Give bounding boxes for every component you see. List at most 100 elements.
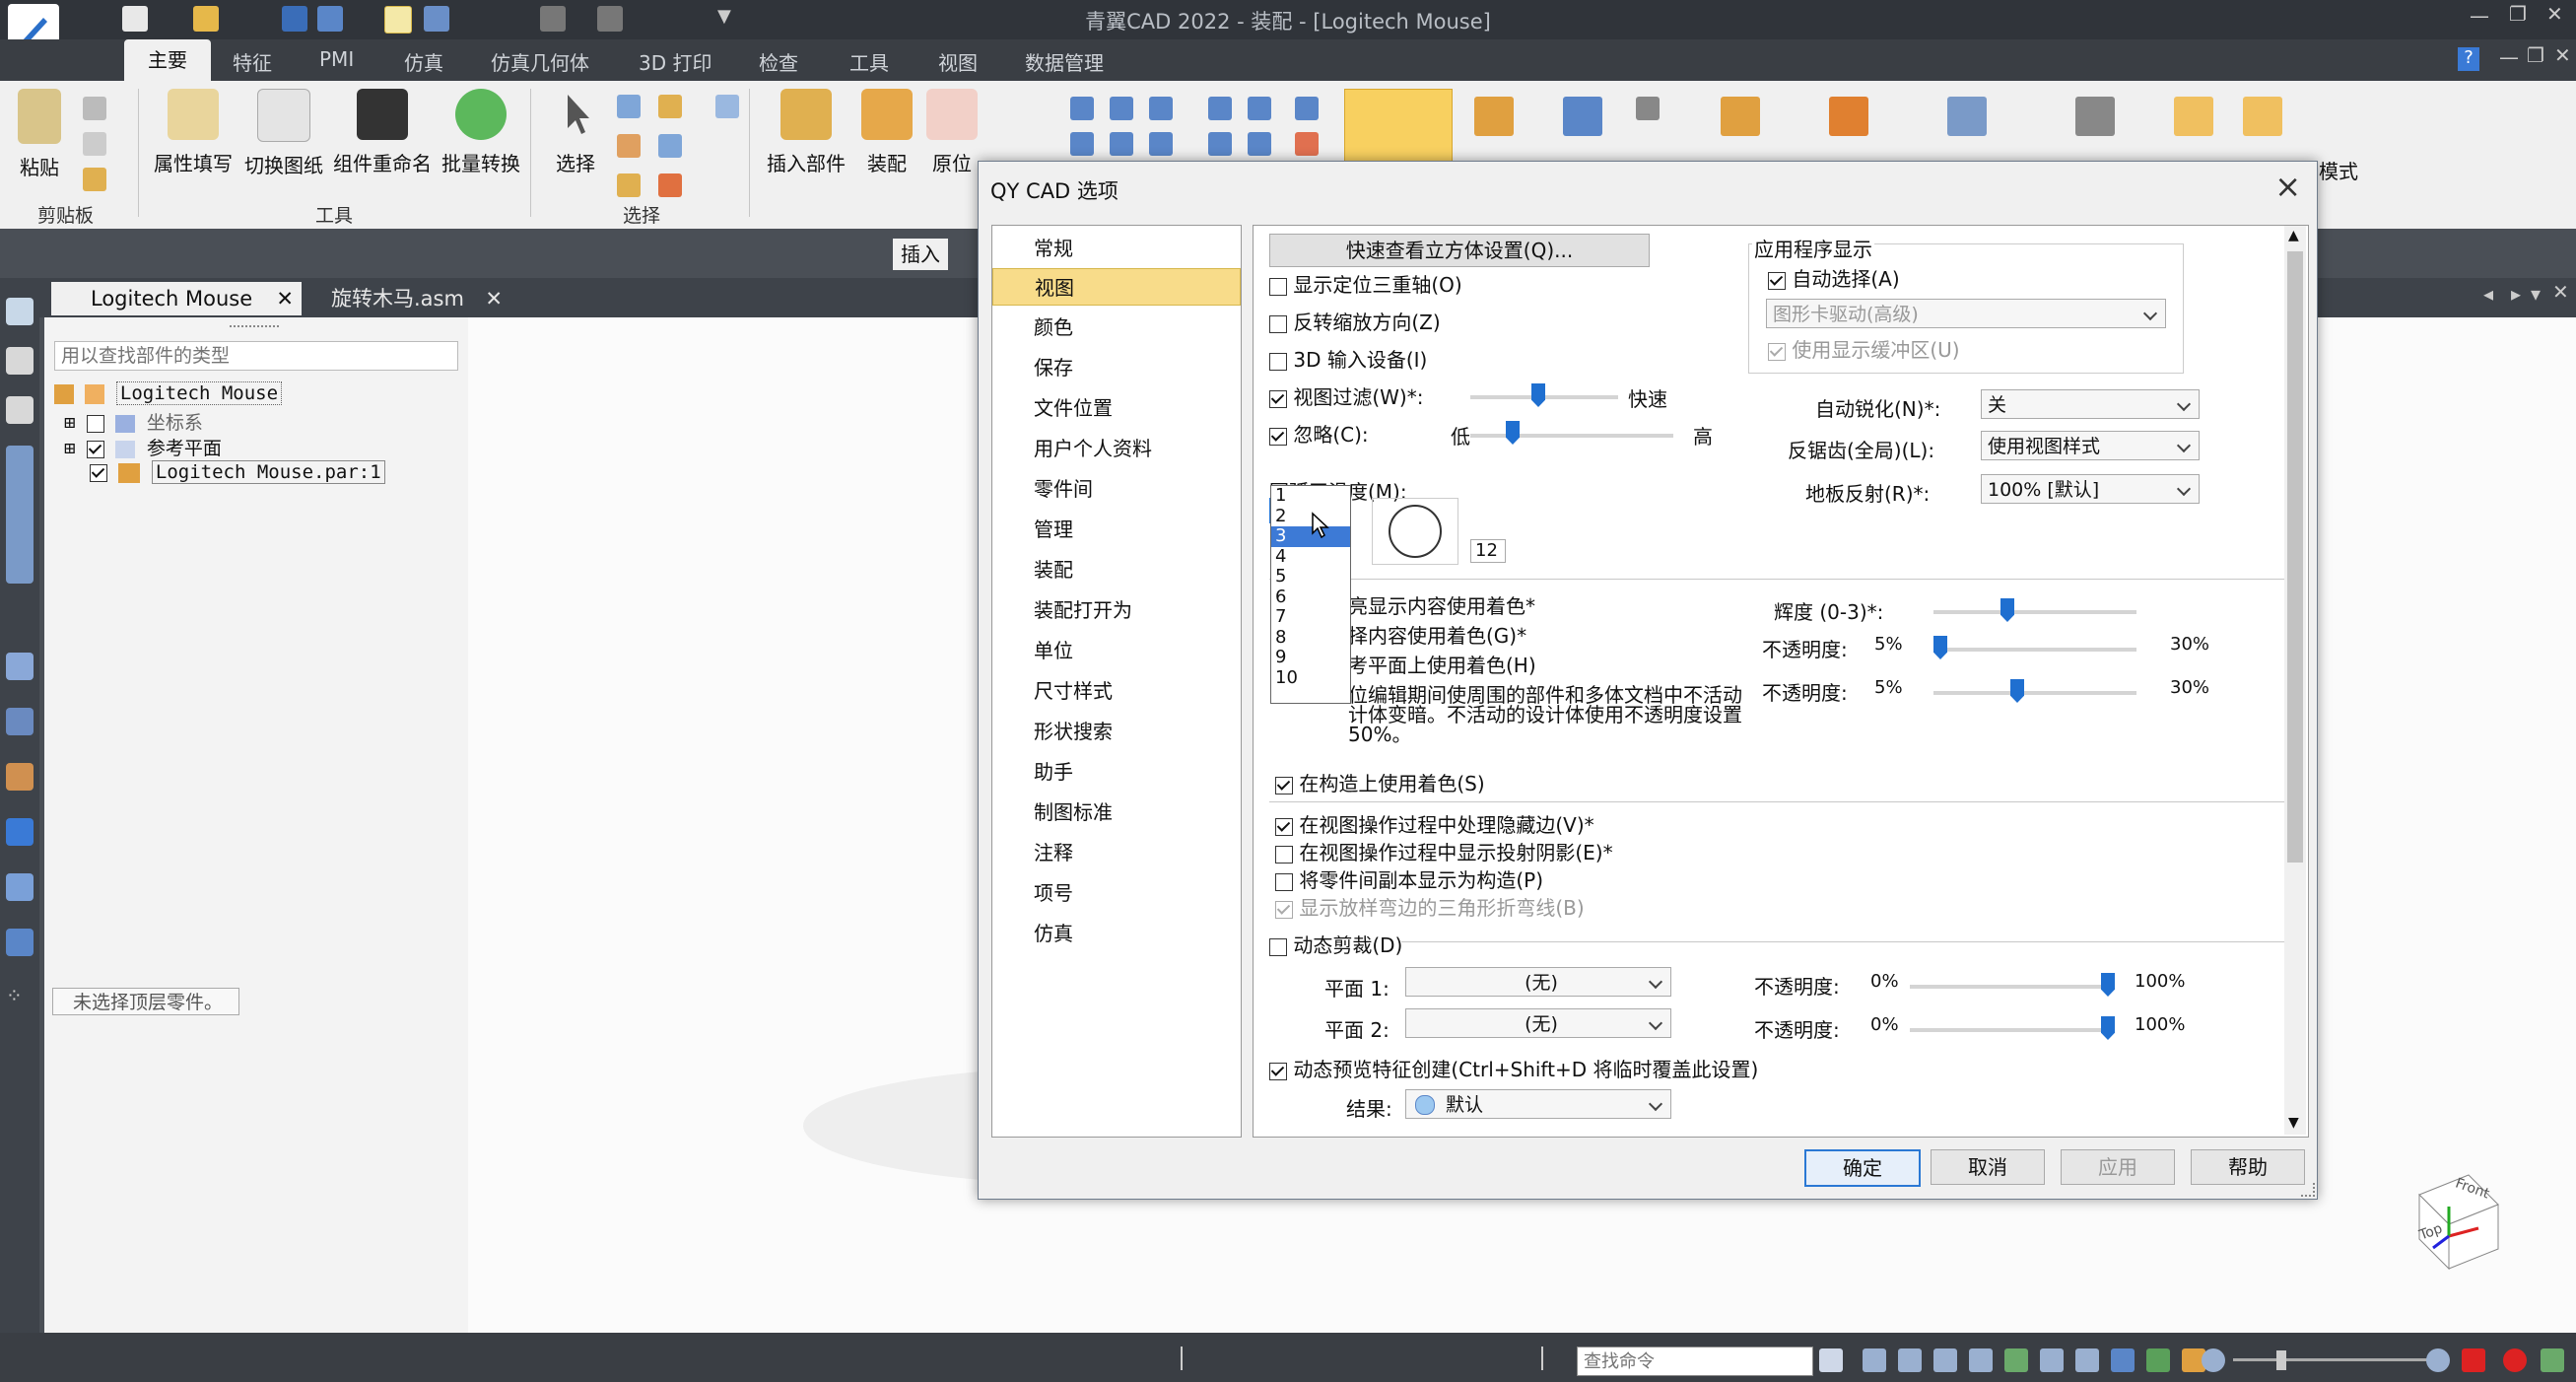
assembly-tool-icon[interactable] xyxy=(1248,132,1271,156)
batch-convert-button[interactable]: 批量转换 xyxy=(438,89,524,176)
mode-label[interactable]: 模式 xyxy=(2312,156,2365,184)
ignore-slider-thumb[interactable] xyxy=(1506,421,1520,445)
inactive-opacity-slider-thumb[interactable] xyxy=(2010,679,2024,703)
ribbon-restore-icon[interactable]: ❐ xyxy=(2527,43,2544,67)
ok-button[interactable]: 确定 xyxy=(1804,1149,1921,1187)
category-helper[interactable]: 助手 xyxy=(992,753,1241,791)
ignore-checkbox[interactable] xyxy=(1269,427,1287,446)
assembly-tool-icon[interactable] xyxy=(1208,97,1232,120)
construct-shading-option[interactable]: 在构造上使用着色(S) xyxy=(1275,768,1485,796)
zoom-select-icon[interactable] xyxy=(715,95,739,118)
layers-icon[interactable] xyxy=(6,653,34,680)
panel-scrollbar[interactable]: ▲ ▼ xyxy=(2284,226,2306,1135)
tab-scroll-left-icon[interactable]: ◂ xyxy=(2483,282,2493,306)
copy-icon[interactable] xyxy=(83,132,106,156)
dynamic-preview-option[interactable]: 动态预览特征创建(Ctrl+Shift+D 将临时覆盖此设置) xyxy=(1269,1054,1758,1082)
category-save[interactable]: 保存 xyxy=(992,349,1241,386)
tab-sim-geometry[interactable]: 仿真几何体 xyxy=(491,47,589,76)
dynamic-clip-option[interactable]: 动态剪裁(D) xyxy=(1269,930,1402,958)
plane2-opacity-slider[interactable] xyxy=(1910,1028,2113,1032)
hidden-edges-option[interactable]: 在视图操作过程中处理隐藏边(V)* xyxy=(1275,809,1594,838)
antialias-select[interactable]: 使用视图样式 xyxy=(1981,431,2200,460)
cut-icon[interactable] xyxy=(83,97,106,120)
ignore-slider[interactable] xyxy=(1470,434,1673,438)
tree-root[interactable]: Logitech Mouse xyxy=(54,381,283,405)
ignore-option[interactable]: 忽略(C): xyxy=(1269,419,1369,448)
show-triad-option[interactable]: 显示定位三重轴(O) xyxy=(1269,269,1462,298)
assembly-tool-icon[interactable] xyxy=(1110,97,1133,120)
assembly-tool-icon[interactable] xyxy=(1070,132,1094,156)
tab-tools[interactable]: 工具 xyxy=(849,47,889,76)
assembly-tool-icon[interactable] xyxy=(1295,132,1319,156)
tab-main[interactable]: 主要 xyxy=(124,39,211,81)
look-at-icon[interactable] xyxy=(2075,1348,2099,1372)
select-button[interactable]: 选择 xyxy=(548,89,603,176)
tree-coordinate-systems[interactable]: ⊞ 坐标系 xyxy=(64,408,203,435)
assembly-tool-icon[interactable] xyxy=(1070,97,1094,120)
checkbox[interactable] xyxy=(90,463,107,482)
record-icon[interactable] xyxy=(2462,1348,2485,1372)
plane1-select[interactable]: (无) xyxy=(1405,967,1671,997)
render-icon[interactable] xyxy=(6,763,34,791)
zoom-out-icon[interactable] xyxy=(2202,1348,2225,1372)
dynamic-preview-checkbox[interactable] xyxy=(1269,1062,1287,1080)
dialog-close-icon[interactable]: × xyxy=(2274,168,2301,205)
insert-tab[interactable]: 插入 xyxy=(893,239,948,270)
dynamic-clip-checkbox[interactable] xyxy=(1269,937,1287,956)
grid-icon[interactable] xyxy=(6,873,34,901)
plane2-select[interactable]: (无) xyxy=(1405,1008,1671,1038)
category-annotation[interactable]: 注释 xyxy=(992,834,1241,871)
zoom-area-icon[interactable] xyxy=(1863,1348,1886,1372)
inactive-opacity-slider[interactable] xyxy=(1933,691,2136,695)
category-general[interactable]: 常规 xyxy=(992,230,1241,267)
color-icon[interactable] xyxy=(6,708,34,735)
help-button[interactable]: 帮助 xyxy=(2191,1149,2305,1185)
assembly-tool-icon[interactable] xyxy=(1636,97,1660,120)
category-management[interactable]: 管理 xyxy=(992,511,1241,548)
doc-tab-carousel[interactable]: 旋转木马.asm ✕ xyxy=(292,282,503,315)
view-cube[interactable]: Top Front xyxy=(2400,1165,2508,1274)
category-file-locations[interactable]: 文件位置 xyxy=(992,389,1241,427)
assembly-tool-icon[interactable] xyxy=(2174,97,2213,136)
arc-smooth-option[interactable]: 8 xyxy=(1271,627,1350,649)
expand-icon[interactable]: ⊞ xyxy=(64,438,75,459)
zoom-icon[interactable] xyxy=(1898,1348,1922,1372)
input-3d-option[interactable]: 3D 输入设备(I) xyxy=(1269,344,1427,373)
filter-icon[interactable] xyxy=(617,95,641,118)
command-search-input[interactable] xyxy=(1577,1347,1813,1376)
in-place-button[interactable]: 原位 xyxy=(922,89,982,176)
assembly-tool-icon[interactable] xyxy=(1474,97,1514,136)
tab-inspect[interactable]: 检查 xyxy=(759,47,798,76)
arc-smooth-option[interactable]: 10 xyxy=(1271,667,1350,689)
category-drawing-standards[interactable]: 制图标准 xyxy=(992,794,1241,831)
tab-pmi[interactable]: PMI xyxy=(319,47,354,71)
checkbox[interactable] xyxy=(86,414,104,433)
interpart-construct-option[interactable]: 将零件间副本显示为构造(P) xyxy=(1275,864,1543,893)
category-user-profile[interactable]: 用户个人资料 xyxy=(992,430,1241,467)
auto-select-option[interactable]: 自动选择(A) xyxy=(1768,263,1900,292)
paste-button[interactable]: 粘贴 xyxy=(12,89,67,180)
arc-smooth-option[interactable]: 9 xyxy=(1271,647,1350,668)
tab-data-management[interactable]: 数据管理 xyxy=(1025,47,1104,76)
assembly-tool-icon[interactable] xyxy=(2243,97,2282,136)
assembly-tool-icon[interactable] xyxy=(2075,97,2115,136)
assembly-tool-icon[interactable] xyxy=(1295,97,1319,120)
view-filter-slider-thumb[interactable] xyxy=(1531,383,1545,407)
scrollbar-thumb[interactable] xyxy=(2287,251,2303,863)
category-shape-search[interactable]: 形状搜索 xyxy=(992,713,1241,750)
component-rename-button[interactable]: 组件重命名 xyxy=(329,89,436,176)
motion-button[interactable] xyxy=(1344,89,1453,162)
category-assembly-open-as[interactable]: 装配打开为 xyxy=(992,591,1241,629)
assemble-button[interactable]: 装配 xyxy=(855,89,918,176)
help-icon[interactable]: ? xyxy=(2458,47,2479,71)
zoom-slider-thumb[interactable] xyxy=(2276,1350,2286,1370)
stop-icon[interactable] xyxy=(2503,1348,2527,1372)
floor-reflect-select[interactable]: 100% [默认] xyxy=(1981,474,2200,504)
library-icon[interactable] xyxy=(6,347,34,375)
checkbox[interactable] xyxy=(86,440,104,458)
download-icon[interactable] xyxy=(2541,1348,2564,1372)
auto-select-checkbox[interactable] xyxy=(1768,271,1786,290)
brightness-slider-thumb[interactable] xyxy=(2000,598,2014,622)
hidden-edges-checkbox[interactable] xyxy=(1275,817,1293,836)
close-doc-icon[interactable]: ✕ xyxy=(2552,280,2569,304)
